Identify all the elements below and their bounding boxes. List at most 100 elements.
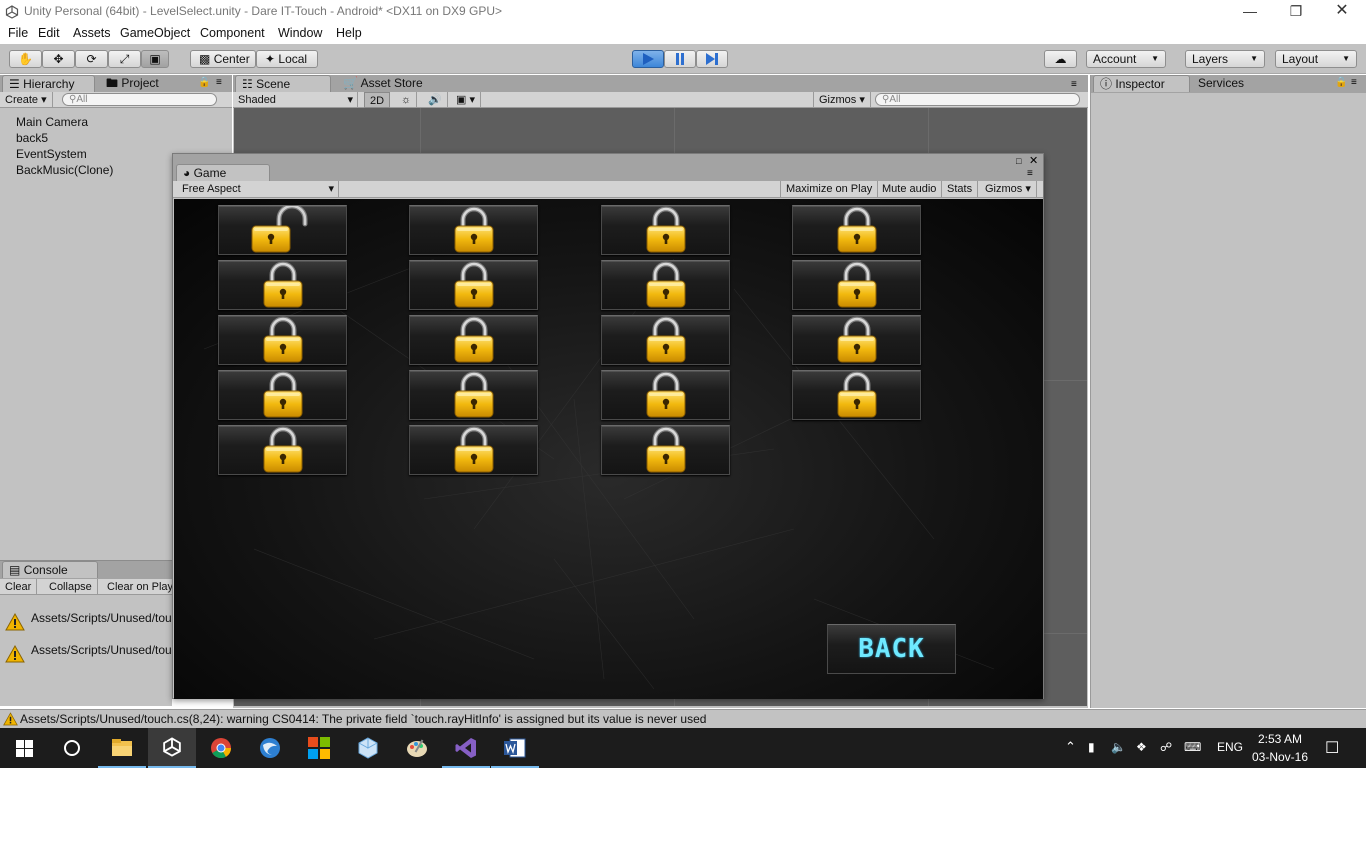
level-button[interactable] <box>218 260 347 310</box>
layout-dropdown[interactable]: Layout ▼ <box>1275 50 1357 68</box>
hierarchy-item[interactable]: EventSystem <box>16 147 87 161</box>
panel-menu-icon[interactable]: ≡ <box>216 77 222 88</box>
level-button[interactable] <box>409 315 538 365</box>
console-row[interactable]: Assets/Scripts/Unused/touch.cs(8,24): wa… <box>0 637 172 669</box>
back-button[interactable]: BACK <box>827 624 956 674</box>
keyboard-icon[interactable]: ⌨ <box>1184 740 1201 754</box>
word-taskbar-button[interactable] <box>491 728 539 768</box>
level-button[interactable] <box>792 260 921 310</box>
lighting-toggle[interactable]: ☼ <box>396 92 418 108</box>
shading-mode-dropdown[interactable]: Shaded ▾ <box>233 92 358 108</box>
create-dropdown[interactable]: Create ▾ <box>0 92 53 108</box>
maximize-on-play-toggle[interactable]: Maximize on Play <box>780 181 879 197</box>
tab-project[interactable]: 🖿 Project <box>100 75 190 92</box>
tab-inspector[interactable]: ⓘ Inspector <box>1093 75 1190 92</box>
chrome-taskbar-button[interactable] <box>197 728 245 768</box>
maximize-window-icon[interactable]: □ <box>1016 156 1021 166</box>
account-dropdown[interactable]: Account ▼ <box>1086 50 1166 68</box>
visual-studio-taskbar-button[interactable] <box>442 728 490 768</box>
scale-tool-button[interactable]: ⤢ <box>108 50 141 68</box>
level-button[interactable] <box>409 205 538 255</box>
dropbox-icon[interactable]: ❖ <box>1136 740 1147 754</box>
status-message[interactable]: Assets/Scripts/Unused/touch.cs(8,24): wa… <box>20 712 706 726</box>
level-button[interactable] <box>792 370 921 420</box>
audio-toggle[interactable]: 🔊 <box>423 92 448 108</box>
level-button[interactable] <box>409 260 538 310</box>
level-button[interactable] <box>409 425 538 475</box>
unity-taskbar-button[interactable] <box>148 728 196 768</box>
tab-hierarchy[interactable]: ☰ Hierarchy <box>2 75 95 92</box>
panel-menu-icon[interactable]: ≡ <box>1071 79 1077 90</box>
tab-console[interactable]: ▤ Console <box>2 561 98 578</box>
pause-button[interactable] <box>664 50 696 68</box>
menu-window[interactable]: Window <box>278 26 322 40</box>
panel-menu-icon[interactable]: ≡ <box>1027 168 1033 179</box>
mode-2d-toggle[interactable]: 2D <box>364 92 391 108</box>
app-taskbar-button[interactable] <box>344 728 392 768</box>
stats-toggle[interactable]: Stats <box>942 181 979 197</box>
file-explorer-taskbar-button[interactable] <box>98 728 146 768</box>
level-button[interactable] <box>218 370 347 420</box>
language-indicator[interactable]: ENG <box>1217 740 1243 754</box>
level-button[interactable] <box>601 370 730 420</box>
rect-tool-button[interactable]: ▣ <box>141 50 169 68</box>
level-button[interactable] <box>601 205 730 255</box>
level-button[interactable] <box>218 203 347 255</box>
level-button[interactable] <box>792 315 921 365</box>
tab-asset-store[interactable]: 🛒 Asset Store <box>337 75 437 92</box>
level-button[interactable] <box>601 315 730 365</box>
menu-edit[interactable]: Edit <box>38 26 60 40</box>
menu-file[interactable]: File <box>8 26 28 40</box>
menu-gameobject[interactable]: GameObject <box>120 26 190 40</box>
level-button[interactable] <box>792 205 921 255</box>
console-row[interactable]: Assets/Scripts/Unused/touch.cs(8,24): wa… <box>0 605 172 637</box>
battery-icon[interactable]: ▮ <box>1088 740 1095 754</box>
tab-services[interactable]: Services <box>1192 75 1272 92</box>
network-icon[interactable]: ☍ <box>1160 740 1172 754</box>
hierarchy-search-input[interactable]: ⚲All <box>62 93 217 106</box>
pivot-local-button[interactable]: ✦ Local <box>256 50 318 68</box>
office-taskbar-button[interactable] <box>295 728 343 768</box>
minimize-button[interactable]: — <box>1227 0 1273 24</box>
scene-search-input[interactable]: ⚲All <box>875 93 1080 106</box>
tab-scene[interactable]: ☷ Scene <box>235 75 331 92</box>
pivot-center-button[interactable]: ▩ Center <box>190 50 256 68</box>
browser-taskbar-button[interactable] <box>246 728 294 768</box>
action-center-icon[interactable]: ☐ <box>1325 738 1339 758</box>
close-button[interactable]: ✕ <box>1319 0 1365 24</box>
game-gizmos-dropdown[interactable]: Gizmos ▾ <box>980 181 1037 197</box>
panel-menu-icon[interactable]: ≡ <box>1351 77 1357 88</box>
cortana-button[interactable] <box>48 728 96 768</box>
step-button[interactable] <box>696 50 728 68</box>
move-tool-button[interactable]: ✥ <box>42 50 75 68</box>
clock-time[interactable]: 2:53 AM <box>1258 732 1302 746</box>
lock-icon[interactable]: 🔒 <box>1335 77 1347 88</box>
restore-button[interactable]: ❐ <box>1273 0 1319 24</box>
tray-expand-icon[interactable]: ⌃ <box>1065 739 1076 755</box>
hierarchy-item[interactable]: back5 <box>16 131 48 145</box>
scene-gizmos-dropdown[interactable]: Gizmos ▾ <box>813 92 871 108</box>
close-window-icon[interactable]: ✕ <box>1029 154 1038 167</box>
menu-help[interactable]: Help <box>336 26 362 40</box>
console-clear-on-play-button[interactable]: Clear on Play <box>102 579 172 595</box>
clock-date[interactable]: 03-Nov-16 <box>1252 750 1308 764</box>
volume-icon[interactable]: 🔈 <box>1111 740 1126 754</box>
hierarchy-item[interactable]: BackMusic(Clone) <box>16 163 113 177</box>
level-button[interactable] <box>409 370 538 420</box>
rotate-tool-button[interactable]: ⟳ <box>75 50 108 68</box>
paint-taskbar-button[interactable] <box>393 728 441 768</box>
menu-component[interactable]: Component <box>200 26 265 40</box>
effects-dropdown[interactable]: ▣ ▾ <box>451 92 481 108</box>
level-button[interactable] <box>218 425 347 475</box>
mute-audio-toggle[interactable]: Mute audio <box>877 181 943 197</box>
level-button[interactable] <box>218 315 347 365</box>
layers-dropdown[interactable]: Layers ▼ <box>1185 50 1265 68</box>
level-button[interactable] <box>601 260 730 310</box>
start-button[interactable] <box>0 728 48 768</box>
play-button[interactable] <box>632 50 664 68</box>
tab-game[interactable]: ◕ Game <box>176 164 270 181</box>
aspect-dropdown[interactable]: Free Aspect ▾ <box>177 181 339 197</box>
lock-icon[interactable]: 🔒 <box>198 77 210 88</box>
level-button[interactable] <box>601 425 730 475</box>
menu-assets[interactable]: Assets <box>73 26 111 40</box>
